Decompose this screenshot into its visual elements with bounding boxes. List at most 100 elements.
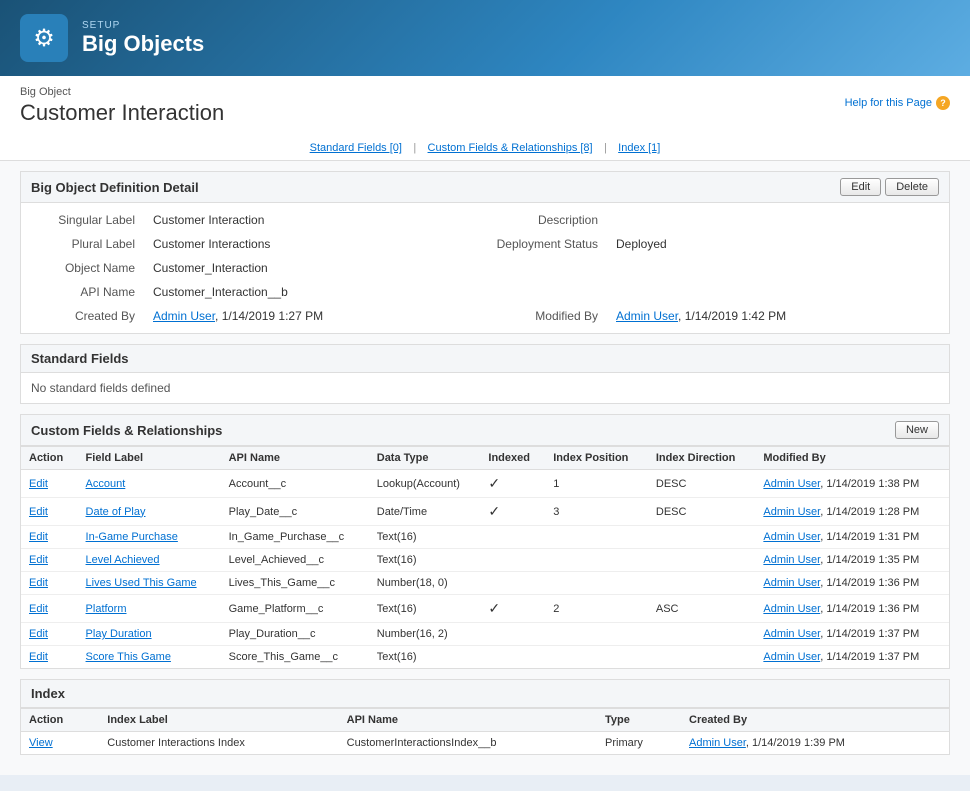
- row-field-label: Account: [78, 470, 221, 498]
- index-section-title: Index: [31, 686, 65, 701]
- row-modified-by: Admin User, 1/14/2019 1:28 PM: [755, 498, 949, 526]
- row-field-label: Date of Play: [78, 498, 221, 526]
- row-data-type: Number(16, 2): [369, 623, 481, 646]
- singular-label-val: Customer Interaction: [145, 209, 484, 231]
- plural-label-key: Plural Label: [23, 233, 143, 255]
- row-field-label: Lives Used This Game: [78, 572, 221, 595]
- edit-field-link[interactable]: Edit: [29, 603, 48, 615]
- content-area: Big Object Definition Detail Edit Delete…: [0, 161, 970, 775]
- tab-custom-fields[interactable]: Custom Fields & Relationships [8]: [428, 142, 593, 154]
- row-data-type: Lookup(Account): [369, 470, 481, 498]
- field-label-link[interactable]: Platform: [86, 603, 127, 615]
- index-row-label: Customer Interactions Index: [99, 732, 338, 755]
- row-data-type: Text(16): [369, 549, 481, 572]
- modified-by-user-link[interactable]: Admin User: [763, 478, 820, 490]
- row-modified-by: Admin User, 1/14/2019 1:38 PM: [755, 470, 949, 498]
- modified-by-user-link[interactable]: Admin User: [763, 651, 820, 663]
- edit-field-link[interactable]: Edit: [29, 478, 48, 490]
- app-icon: ⚙: [20, 14, 68, 62]
- row-indexed: [480, 526, 545, 549]
- standard-fields-header: Standard Fields: [21, 345, 949, 373]
- col-modified-by: Modified By: [755, 447, 949, 470]
- view-index-link[interactable]: View: [29, 737, 53, 749]
- custom-fields-section: Custom Fields & Relationships New Action…: [20, 414, 950, 669]
- new-custom-field-button[interactable]: New: [895, 421, 939, 439]
- field-label-link[interactable]: Score This Game: [86, 651, 171, 663]
- custom-fields-table: Action Field Label API Name Data Type In…: [21, 446, 949, 668]
- edit-button[interactable]: Edit: [840, 178, 881, 196]
- checkmark-icon: ✓: [488, 600, 500, 616]
- created-by-link[interactable]: Admin User: [153, 309, 215, 323]
- modified-by-user-link[interactable]: Admin User: [763, 531, 820, 543]
- row-index-position: [545, 572, 648, 595]
- field-label-link[interactable]: Account: [86, 478, 126, 490]
- row-index-position: 2: [545, 595, 648, 623]
- breadcrumb-top: Big Object Customer Interaction Help for…: [20, 86, 950, 134]
- row-index-direction: [648, 572, 755, 595]
- nav-tabs-row: Standard Fields [0] | Custom Fields & Re…: [20, 134, 950, 160]
- object-name-val: Customer_Interaction: [145, 257, 484, 279]
- row-indexed: ✓: [480, 595, 545, 623]
- edit-field-link[interactable]: Edit: [29, 531, 48, 543]
- edit-field-link[interactable]: Edit: [29, 628, 48, 640]
- definition-detail-table: Singular Label Customer Interaction Desc…: [21, 203, 949, 333]
- table-row: Edit Date of Play Play_Date__c Date/Time…: [21, 498, 949, 526]
- modified-by-val: Admin User, 1/14/2019 1:42 PM: [608, 305, 947, 327]
- field-label-link[interactable]: Date of Play: [86, 506, 146, 518]
- help-icon: ?: [936, 96, 950, 110]
- row-action: Edit: [21, 623, 78, 646]
- modified-by-user-link[interactable]: Admin User: [763, 506, 820, 518]
- row-api-name: Account__c: [221, 470, 369, 498]
- definition-section: Big Object Definition Detail Edit Delete…: [20, 171, 950, 334]
- index-col-api-name: API Name: [339, 709, 597, 732]
- modified-by-key: Modified By: [486, 305, 606, 327]
- row-data-type: Number(18, 0): [369, 572, 481, 595]
- field-label-link[interactable]: Lives Used This Game: [86, 577, 197, 589]
- modified-by-user-link[interactable]: Admin User: [763, 554, 820, 566]
- col-data-type: Data Type: [369, 447, 481, 470]
- modified-by-link[interactable]: Admin User: [616, 309, 678, 323]
- index-created-by-link[interactable]: Admin User: [689, 737, 746, 749]
- modified-by-user-link[interactable]: Admin User: [763, 628, 820, 640]
- field-label-link[interactable]: In-Game Purchase: [86, 531, 178, 543]
- delete-button[interactable]: Delete: [885, 178, 939, 196]
- deployment-status-key: Deployment Status: [486, 233, 606, 255]
- edit-field-link[interactable]: Edit: [29, 577, 48, 589]
- tab-index[interactable]: Index [1]: [618, 142, 660, 154]
- row-indexed: [480, 572, 545, 595]
- breadcrumb-area: Big Object Customer Interaction Help for…: [0, 76, 970, 161]
- modified-by-user-link[interactable]: Admin User: [763, 603, 820, 615]
- modified-by-user-link[interactable]: Admin User: [763, 577, 820, 589]
- col-index-direction: Index Direction: [648, 447, 755, 470]
- row-api-name: In_Game_Purchase__c: [221, 526, 369, 549]
- checkmark-icon: ✓: [488, 475, 500, 491]
- edit-field-link[interactable]: Edit: [29, 554, 48, 566]
- standard-fields-title: Standard Fields: [31, 351, 129, 366]
- index-col-type: Type: [597, 709, 681, 732]
- api-name-key: API Name: [23, 281, 143, 303]
- row-data-type: Date/Time: [369, 498, 481, 526]
- detail-row-created-by: Created By Admin User, 1/14/2019 1:27 PM…: [23, 305, 947, 327]
- detail-row-object-name: Object Name Customer_Interaction: [23, 257, 947, 279]
- tab-standard-fields[interactable]: Standard Fields [0]: [310, 142, 402, 154]
- help-link[interactable]: Help for this Page ?: [845, 86, 950, 110]
- row-indexed: [480, 623, 545, 646]
- description-val: [608, 209, 947, 231]
- row-index-direction: DESC: [648, 498, 755, 526]
- table-row: Edit Account Account__c Lookup(Account) …: [21, 470, 949, 498]
- edit-field-link[interactable]: Edit: [29, 506, 48, 518]
- index-row-type: Primary: [597, 732, 681, 755]
- index-section-header: Index: [21, 680, 949, 708]
- row-modified-by: Admin User, 1/14/2019 1:37 PM: [755, 623, 949, 646]
- field-label-link[interactable]: Level Achieved: [86, 554, 160, 566]
- col-index-position: Index Position: [545, 447, 648, 470]
- row-modified-by: Admin User, 1/14/2019 1:36 PM: [755, 572, 949, 595]
- plural-label-val: Customer Interactions: [145, 233, 484, 255]
- col-field-label: Field Label: [78, 447, 221, 470]
- edit-field-link[interactable]: Edit: [29, 651, 48, 663]
- row-api-name: Game_Platform__c: [221, 595, 369, 623]
- checkmark-icon: ✓: [488, 503, 500, 519]
- row-modified-by: Admin User, 1/14/2019 1:31 PM: [755, 526, 949, 549]
- field-label-link[interactable]: Play Duration: [86, 628, 152, 640]
- index-table: Action Index Label API Name Type Created…: [21, 708, 949, 754]
